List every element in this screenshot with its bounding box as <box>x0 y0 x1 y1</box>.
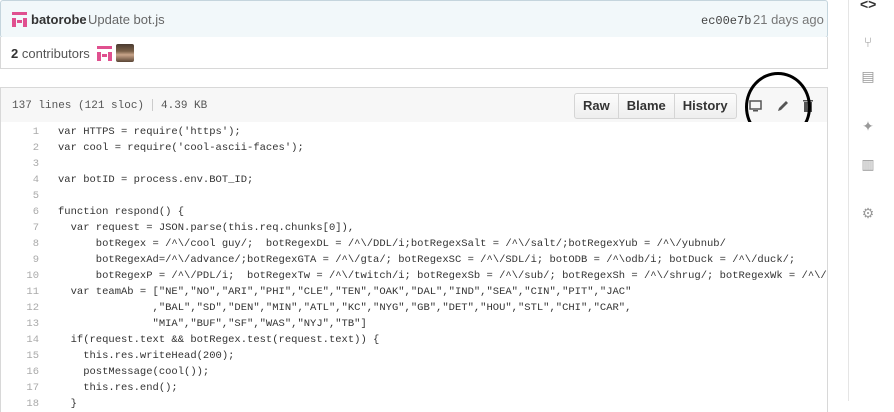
line-code: this.res.writeHead(200); <box>58 350 235 362</box>
line-number[interactable]: 11 <box>1 284 39 300</box>
code-line: 16 postMessage(cool()); <box>1 364 827 380</box>
line-code: postMessage(cool()); <box>58 366 210 378</box>
contributors-label: contributors <box>21 46 90 61</box>
code-line: 15 this.res.writeHead(200); <box>1 348 827 364</box>
line-code: var teamAb = ["NE","NO","ARI","PHI","CLE… <box>58 286 632 298</box>
line-number[interactable]: 17 <box>1 380 39 396</box>
line-number[interactable]: 12 <box>1 300 39 316</box>
code-line: 6 function respond() { <box>1 204 827 220</box>
file-actions-group: Raw Blame History <box>574 93 737 119</box>
contributors-count: 2 <box>11 46 19 61</box>
pulse-icon[interactable]: ✦ <box>860 118 876 134</box>
code-line: 1 var HTTPS = require('https'); <box>1 124 827 140</box>
line-number[interactable]: 10 <box>1 268 39 284</box>
book-icon[interactable]: ▤ <box>860 68 876 84</box>
contributors-bar: 2 contributors <box>0 37 828 69</box>
line-number[interactable]: 2 <box>1 140 39 156</box>
code-line: 17 this.res.end(); <box>1 380 827 396</box>
line-number[interactable]: 5 <box>1 188 39 204</box>
line-number[interactable]: 9 <box>1 252 39 268</box>
line-code: if(request.text && botRegex.test(request… <box>58 334 380 346</box>
line-number[interactable]: 4 <box>1 172 39 188</box>
identicon-avatar[interactable] <box>12 12 27 27</box>
line-number[interactable]: 1 <box>1 124 39 140</box>
divider <box>152 99 154 111</box>
code-icon[interactable]: <> <box>860 0 876 12</box>
line-number[interactable]: 13 <box>1 316 39 332</box>
line-code: var HTTPS = require('https'); <box>58 126 241 138</box>
code-line: 18 } <box>1 396 827 412</box>
line-code: this.res.end(); <box>58 382 178 394</box>
code-line: 2 var cool = require('cool-ascii-faces'); <box>1 140 827 156</box>
line-number[interactable]: 3 <box>1 156 39 172</box>
code-line: 4 var botID = process.env.BOT_ID; <box>1 172 827 188</box>
line-code: botRegexAd=/^\/advance/;botRegexGTA = /^… <box>58 254 796 266</box>
line-code: var cool = require('cool-ascii-faces'); <box>58 142 304 154</box>
pull-request-icon[interactable]: ⑂ <box>860 34 876 50</box>
file-line-count: 137 lines (121 sloc) <box>12 99 145 112</box>
code-line: 13 "MIA","BUF","SF","WAS","NYJ","TB"] <box>1 316 827 332</box>
repo-nav-rail: <> ⑂ ▤ ✦ ▥ ⚙ <box>848 0 894 401</box>
code-line: 7 var request = JSON.parse(this.req.chun… <box>1 220 827 236</box>
commit-age: 21 days ago <box>753 12 824 27</box>
commit-sha-link[interactable]: ec00e7b <box>701 14 751 28</box>
line-code: "MIA","BUF","SF","WAS","NYJ","TB"] <box>58 318 367 330</box>
latest-commit-bar: batorobe Update bot.js ec00e7b 21 days a… <box>0 0 828 38</box>
code-line: 12 ,"BAL","SD","DEN","MIN","ATL","KC","N… <box>1 300 827 316</box>
line-code: ,"BAL","SD","DEN","MIN","ATL","KC","NYG"… <box>58 302 632 314</box>
line-code: botRegex = /^\/cool guy/; botRegexDL = /… <box>58 238 726 250</box>
history-button[interactable]: History <box>673 93 737 119</box>
line-code: function respond() { <box>58 206 185 218</box>
raw-button[interactable]: Raw <box>574 93 619 119</box>
code-viewer: 1 var HTTPS = require('https'); 2 var cool … <box>0 122 828 412</box>
line-number[interactable]: 7 <box>1 220 39 236</box>
line-code: botRegexP = /^\/PDL/i; botRegexTw = /^\/… <box>58 270 828 282</box>
contributors-summary[interactable]: 2 contributors <box>11 46 90 61</box>
line-number[interactable]: 14 <box>1 332 39 348</box>
code-line: 9 botRegexAd=/^\/advance/;botRegexGTA = … <box>1 252 827 268</box>
line-number[interactable]: 6 <box>1 204 39 220</box>
line-number[interactable]: 18 <box>1 396 39 412</box>
contributor-photo-avatar[interactable] <box>116 44 134 62</box>
line-number[interactable]: 8 <box>1 236 39 252</box>
line-code: } <box>58 398 77 410</box>
code-line: 3 <box>1 156 827 172</box>
line-code: var request = JSON.parse(this.req.chunks… <box>58 222 355 234</box>
file-header: 137 lines (121 sloc) 4.39 KB Raw Blame Hi… <box>0 87 828 123</box>
code-line: 11 var teamAb = ["NE","NO","ARI","PHI","… <box>1 284 827 300</box>
line-number[interactable]: 16 <box>1 364 39 380</box>
graph-icon[interactable]: ▥ <box>860 156 876 172</box>
file-info: 137 lines (121 sloc) 4.39 KB <box>12 99 207 112</box>
code-line: 14 if(request.text && botRegex.test(requ… <box>1 332 827 348</box>
gear-icon[interactable]: ⚙ <box>860 205 876 221</box>
commit-message-link[interactable]: Update bot.js <box>88 12 165 27</box>
blame-button[interactable]: Blame <box>617 93 675 119</box>
line-number[interactable]: 15 <box>1 348 39 364</box>
file-size: 4.39 KB <box>161 99 208 112</box>
code-line: 10 botRegexP = /^\/PDL/i; botRegexTw = /… <box>1 268 828 284</box>
code-line: 8 botRegex = /^\/cool guy/; botRegexDL =… <box>1 236 827 252</box>
code-line: 5 <box>1 188 827 204</box>
contributor-identicon-avatar[interactable] <box>97 46 112 61</box>
line-code: var botID = process.env.BOT_ID; <box>58 174 254 186</box>
commit-author-link[interactable]: batorobe <box>31 12 87 27</box>
